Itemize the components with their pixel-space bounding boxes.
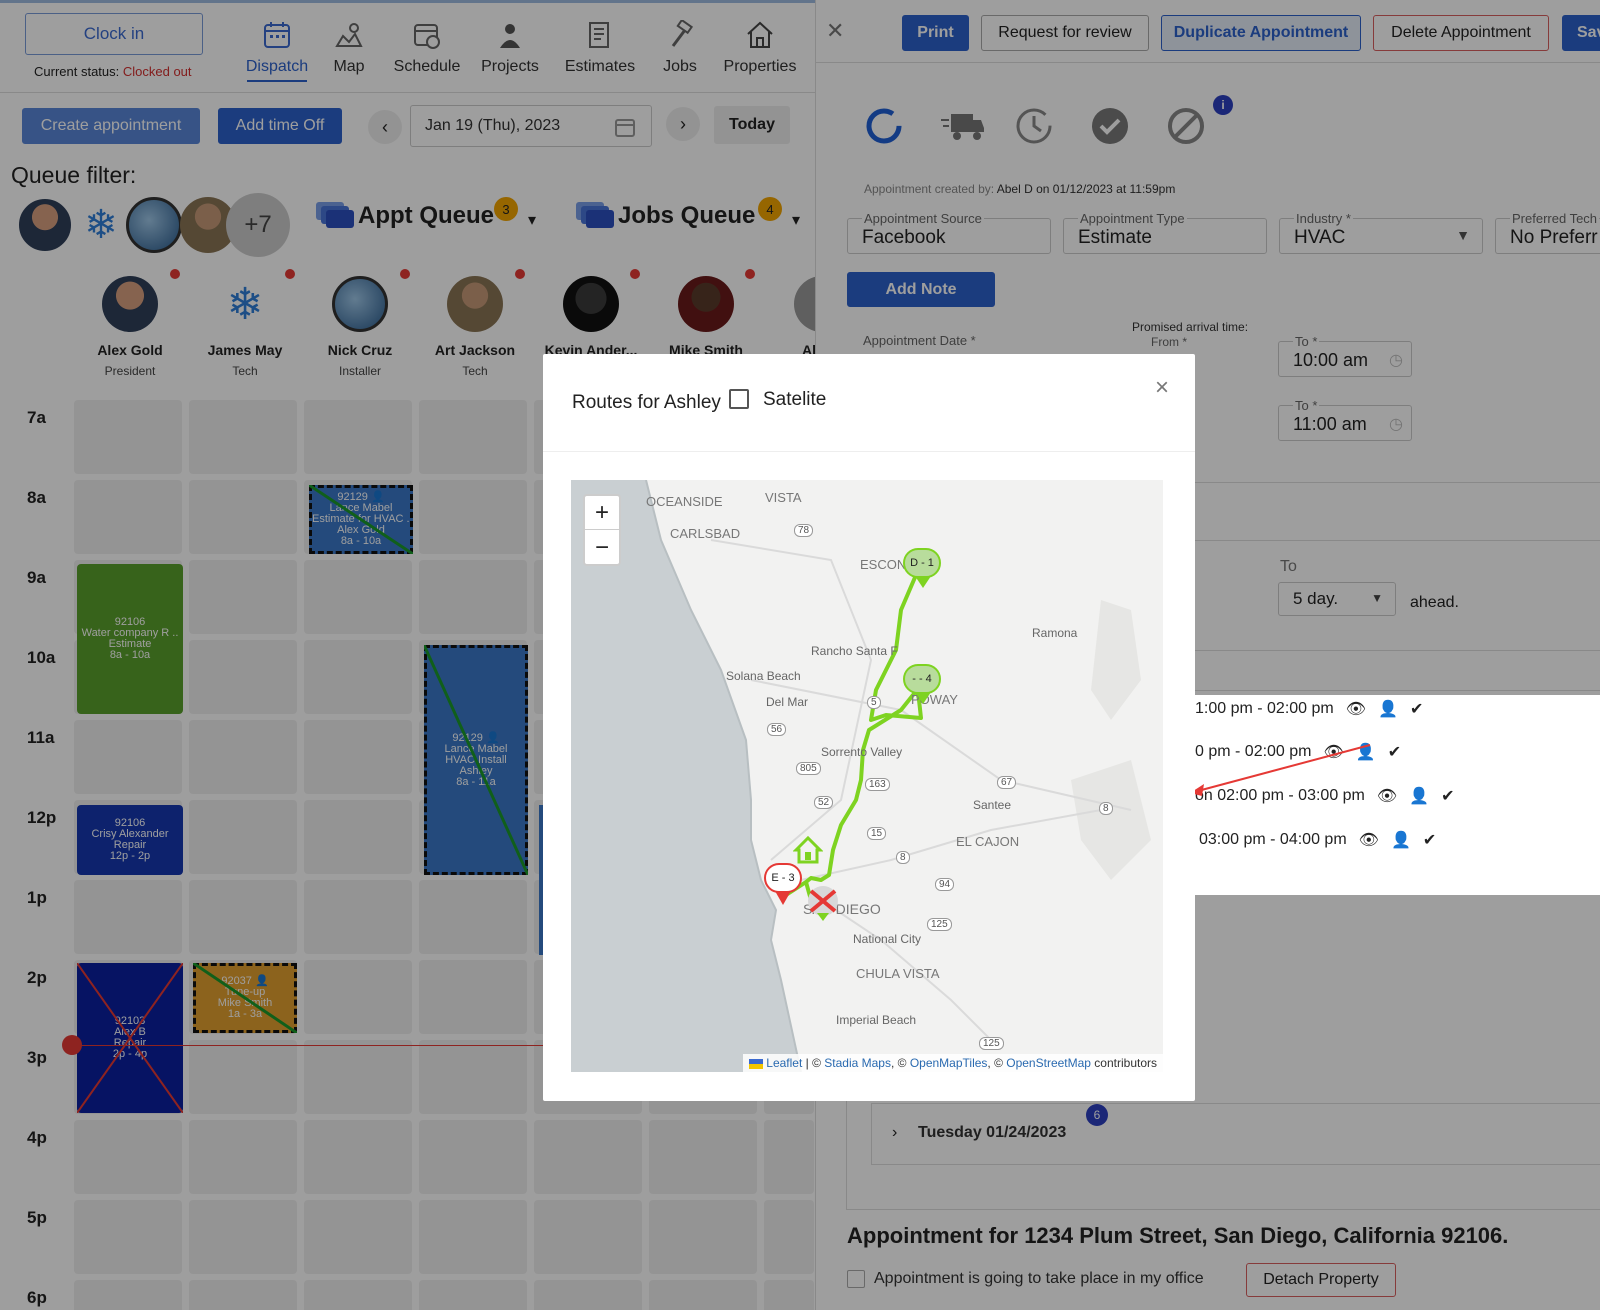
- assign-tech-icon[interactable]: 👤: [1378, 699, 1398, 719]
- assign-check-icon[interactable]: ✔: [1423, 830, 1436, 850]
- terrain-shape: [1071, 760, 1151, 880]
- eye-icon[interactable]: 👁: [1359, 830, 1379, 850]
- place-label: Del Mar: [766, 695, 809, 709]
- modal-divider: [543, 451, 1195, 452]
- place-label: Ramona: [1032, 626, 1078, 640]
- road-shield: 52: [814, 796, 834, 809]
- pin-tail: [915, 576, 931, 588]
- assign-check-icon[interactable]: ✔: [1441, 786, 1454, 806]
- attribution-separator: , ©: [987, 1056, 1007, 1070]
- slot-row: 03:00 pm - 04:00 pm 👁 👤 ✔: [1199, 830, 1436, 850]
- slot-time: 1:00 pm - 02:00 pm: [1195, 700, 1334, 717]
- satellite-label: Satelite: [763, 389, 827, 410]
- road-shield: 163: [865, 778, 890, 791]
- close-icon[interactable]: ×: [1155, 374, 1169, 402]
- place-label: Solana Beach: [726, 669, 801, 683]
- attribution-separator: | ©: [802, 1056, 825, 1070]
- openmaptiles-link[interactable]: OpenMapTiles: [910, 1056, 988, 1070]
- route-stop-pin[interactable]: - - 4: [903, 664, 941, 694]
- zoom-out-button[interactable]: −: [585, 531, 619, 565]
- route-stop-pin[interactable]: D - 1: [903, 548, 941, 578]
- place-label: VISTA: [765, 490, 802, 505]
- arrow-annotation: [1190, 744, 1371, 796]
- road-shield: 125: [927, 918, 952, 931]
- pin-tail: [915, 692, 931, 704]
- road-shield: 125: [979, 1037, 1004, 1050]
- slot-time: 03:00 pm - 04:00 pm: [1199, 831, 1347, 848]
- cancelled-stop-icon[interactable]: [803, 883, 843, 923]
- route-stop-pin[interactable]: E - 3: [764, 863, 802, 893]
- zoom-in-button[interactable]: +: [585, 496, 619, 530]
- place-label: ESCON: [860, 557, 907, 572]
- place-label: Santee: [973, 798, 1012, 812]
- home-pin-icon[interactable]: [793, 835, 823, 865]
- map-attribution: Leaflet | © Stadia Maps, © OpenMapTiles,…: [742, 1054, 1163, 1072]
- road-shield: 805: [796, 762, 821, 775]
- pin-tail: [775, 891, 791, 905]
- stadia-link[interactable]: Stadia Maps: [824, 1056, 891, 1070]
- assign-tech-icon[interactable]: 👤: [1409, 786, 1429, 806]
- slot-row: 1:00 pm - 02:00 pm 👁 👤 ✔: [1195, 699, 1423, 719]
- routes-modal: Routes for Ashley Satelite × + − OCEANSI…: [543, 354, 1195, 1101]
- place-label: CARLSBAD: [670, 526, 741, 541]
- terrain-shape: [1091, 600, 1141, 720]
- place-label: OCEANSIDE: [646, 494, 723, 509]
- place-label: Rancho Santa F: [811, 644, 898, 658]
- place-label: National City: [853, 932, 922, 946]
- road-shield: 5: [867, 696, 881, 709]
- place-label: CHULA VISTA: [856, 966, 940, 981]
- ocean-shape: [571, 480, 801, 1072]
- assign-tech-icon[interactable]: 👤: [1391, 830, 1411, 850]
- zoom-control: + −: [583, 494, 621, 566]
- assign-check-icon[interactable]: ✔: [1388, 742, 1401, 762]
- route-map[interactable]: + − OCEANSIDE VISTA CARLSBAD ESCON Ranch…: [571, 480, 1163, 1072]
- road-shield: 15: [867, 827, 887, 840]
- road-shield: 94: [935, 878, 955, 891]
- road-shield: 8: [1099, 802, 1113, 815]
- place-label: Sorrento Valley: [821, 745, 903, 759]
- assign-check-icon[interactable]: ✔: [1410, 699, 1423, 719]
- road-shield: 67: [997, 776, 1017, 789]
- attribution-tail: contributors: [1090, 1056, 1157, 1070]
- eye-icon[interactable]: 👁: [1346, 699, 1366, 719]
- openstreetmap-link[interactable]: OpenStreetMap: [1006, 1056, 1091, 1070]
- modal-title: Routes for Ashley: [572, 392, 721, 413]
- satellite-checkbox[interactable]: [729, 389, 749, 409]
- place-label: EL CAJON: [956, 834, 1020, 849]
- road-shield: 8: [896, 851, 910, 864]
- place-label: Imperial Beach: [836, 1013, 917, 1027]
- attribution-separator: , ©: [890, 1056, 910, 1070]
- road-shield: 78: [794, 524, 814, 537]
- leaflet-link[interactable]: Leaflet: [766, 1056, 802, 1070]
- road-shield: 56: [767, 723, 787, 736]
- ukraine-flag-icon: [748, 1058, 763, 1069]
